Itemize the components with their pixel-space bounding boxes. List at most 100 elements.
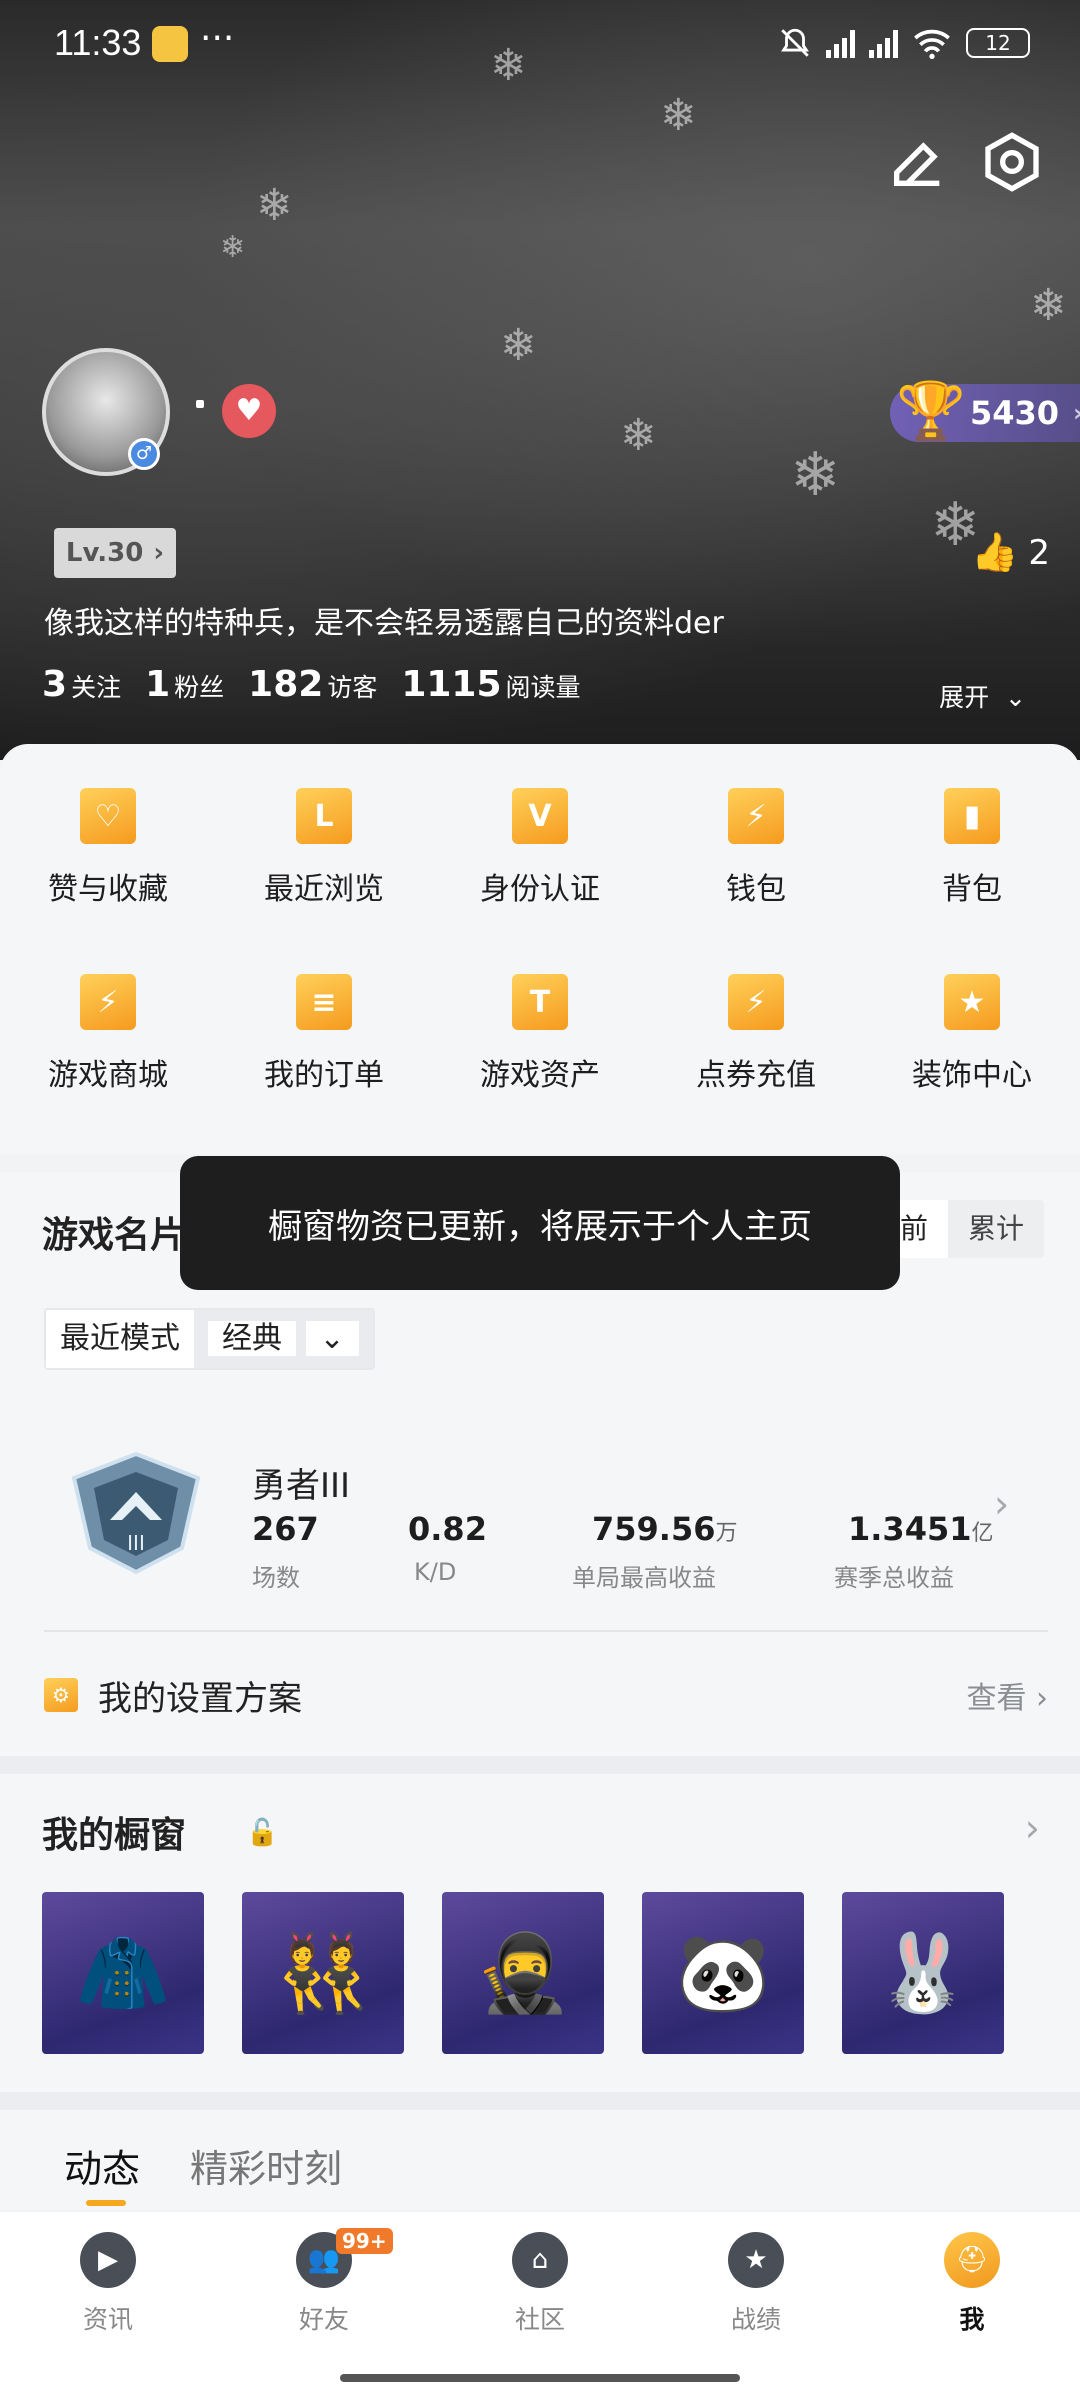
trophy-score: 5430 [970, 394, 1060, 432]
stat-label: 粉丝 [174, 673, 225, 702]
section-separator [0, 1756, 1080, 1774]
stat-value: 0.82 [408, 1510, 487, 1548]
nav-records[interactable]: ★ 战绩 [648, 2232, 864, 2336]
snowflake-decor: ❄ [500, 320, 537, 371]
showcase-item-outfit[interactable]: 🥷 [442, 1892, 604, 2054]
nav-news[interactable]: ▶ 资讯 [0, 2232, 216, 2336]
showcase-item-outfit[interactable]: 👯 [242, 1892, 404, 2054]
showcase-chevron-icon[interactable]: › [1025, 1806, 1040, 1850]
shortcut-item[interactable]: T 游戏资产 [432, 974, 648, 1094]
signal-icon [869, 28, 898, 58]
helmet-icon: ⛑ [944, 2232, 1000, 2288]
likes-count: 2 [1028, 532, 1050, 573]
stat-reads[interactable]: 1115 阅读量 [401, 664, 580, 705]
shortcut-item[interactable]: ♡ 赞与收藏 [0, 788, 216, 908]
toast-message: 橱窗物资已更新，将展示于个人主页 [180, 1156, 900, 1290]
nav-friends[interactable]: 👥 99+ 好友 [216, 2228, 432, 2336]
tab-dynamics[interactable]: 动态 [64, 2138, 140, 2193]
mode-dropdown[interactable]: 经典 ⌄ [194, 1310, 373, 1368]
shortcut-grid: ♡ 赞与收藏 L 最近浏览 V 身份认证 ⚡ 钱包 ▮ 背包 ⚡ 游戏商城 ≡ 我的订单 T 游戏资产 ⚡ 点券充… [0, 788, 1080, 1094]
shortcut-item[interactable]: ⚡ 游戏商城 [0, 974, 216, 1094]
stat-value: 267 [252, 1510, 319, 1548]
shortcut-item[interactable]: ⚡ 钱包 [648, 788, 864, 908]
heart-icon[interactable]: ♥ [222, 384, 276, 438]
bunny-icon: 🐰 [875, 1928, 971, 2017]
stat-value: 1.3451 [848, 1510, 972, 1548]
shortcut-label: 钱包 [726, 872, 786, 907]
username [196, 400, 204, 408]
bio-text: 像我这样的特种兵，是不会轻易透露自己的资料der [44, 606, 724, 641]
snowflake-decor: ❄ [620, 410, 657, 461]
stat-value: 3 [42, 664, 68, 705]
recharge-icon: ⚡ [728, 974, 784, 1030]
level-badge[interactable]: Lv.30 › [54, 528, 176, 578]
showcase-item-outfit[interactable]: 🐼 [642, 1892, 804, 2054]
stat-label: 阅读量 [505, 673, 581, 702]
toggle-total[interactable]: 累计 [948, 1200, 1044, 1258]
level-text: Lv.30 [65, 538, 144, 568]
profile-stats: 3 关注 1 粉丝 182 访客 1115 阅读量 [42, 664, 581, 705]
shortcut-label: 赞与收藏 [48, 872, 168, 907]
expand-label: 展开 [939, 683, 990, 712]
settings-icon[interactable] [980, 130, 1044, 194]
status-bar: 11:33 ··· 12 [0, 18, 1080, 74]
stat-value: 1115 [401, 664, 502, 705]
mode-selector[interactable]: 最近模式 经典 ⌄ [44, 1308, 375, 1370]
outfit-icon: 🧥 [75, 1928, 171, 2017]
stat-followers[interactable]: 1 粉丝 [145, 664, 224, 705]
lock-icon[interactable]: 🔓 [246, 1818, 278, 1848]
backpack-icon: ▮ [944, 788, 1000, 844]
tab-highlights[interactable]: 精彩时刻 [190, 2138, 342, 2193]
nav-label: 社区 [514, 2305, 565, 2334]
showcase-item-outfit[interactable]: 🧥 [42, 1892, 204, 2054]
bottom-nav: ▶ 资讯 👥 99+ 好友 ⌂ 社区 ★ 战绩 ⛑ 我 [0, 2212, 1080, 2400]
profile-header: ❄ ❄ ❄ ❄ ❄ ❄ ❄ ❄ ❄ 11:33 ··· 12 ♂ ♥ 🏆 543… [0, 0, 1080, 760]
active-tab-indicator [86, 2200, 126, 2206]
game-card-title: 游戏名片 [42, 1215, 187, 1256]
chevron-right-icon: › [1073, 399, 1080, 427]
shop-icon: ⚡ [80, 974, 136, 1030]
view-plan-link[interactable]: 查看 › [966, 1673, 1048, 1717]
shortcut-label: 装饰中心 [912, 1058, 1032, 1093]
shortcut-label: 游戏资产 [480, 1058, 600, 1093]
divider [44, 1630, 1048, 1632]
shortcut-label: 背包 [942, 872, 1002, 907]
shortcut-item[interactable]: ★ 装饰中心 [864, 974, 1080, 1094]
nav-community[interactable]: ⌂ 社区 [432, 2232, 648, 2336]
rank-detail-chevron-icon[interactable]: › [994, 1482, 1009, 1526]
shortcut-item[interactable]: ≡ 我的订单 [216, 974, 432, 1094]
svg-text:III: III [127, 1531, 145, 1555]
likes-counter[interactable]: 👍 2 [971, 530, 1050, 575]
shortcut-card: ♡ 赞与收藏 L 最近浏览 V 身份认证 ⚡ 钱包 ▮ 背包 ⚡ 游戏商城 ≡ 我的订单 T 游戏资产 ⚡ 点券充… [0, 744, 1080, 1154]
snowflake-decor: ❄ [1030, 280, 1067, 331]
trophy-score-badge[interactable]: 🏆 5430 › [890, 379, 1080, 444]
expand-button[interactable]: 展开 ⌄ [939, 678, 1026, 714]
stat-following[interactable]: 3 关注 [42, 664, 121, 705]
status-time: 11:33 [54, 22, 142, 63]
settings-plan-row[interactable]: ⚙ 我的设置方案 查看 › [44, 1670, 1048, 1720]
shortcut-label: 点券充值 [696, 1058, 816, 1093]
shortcut-item[interactable]: V 身份认证 [432, 788, 648, 908]
shortcut-item[interactable]: ⚡ 点券充值 [648, 974, 864, 1094]
nav-me[interactable]: ⛑ 我 [864, 2232, 1080, 2336]
settings-plan-label: 我的设置方案 [98, 1678, 302, 1719]
stat-unit: 万 [715, 1521, 738, 1546]
verify-icon: V [512, 788, 568, 844]
home-indicator[interactable] [340, 2374, 740, 2382]
edit-icon[interactable] [886, 130, 950, 194]
stat-label: 访客 [327, 673, 378, 702]
community-icon: ⌂ [512, 2232, 568, 2288]
snowflake-decor: ❄ [660, 90, 697, 141]
recent-icon: L [296, 788, 352, 844]
signal-icon [826, 28, 855, 58]
shortcut-label: 最近浏览 [264, 872, 384, 907]
stat-visitors[interactable]: 182 访客 [248, 664, 377, 705]
mute-icon [781, 28, 809, 57]
outfit-icon: 👯 [275, 1928, 371, 2017]
showcase-item-outfit[interactable]: 🐰 [842, 1892, 1004, 2054]
feed-tabs: 动态 精彩时刻 [0, 2110, 1080, 2210]
shortcut-item[interactable]: L 最近浏览 [216, 788, 432, 908]
shortcut-item[interactable]: ▮ 背包 [864, 788, 1080, 908]
notification-badge: 99+ [336, 2228, 393, 2254]
stat-max-income: 759.56万 单局最高收益 [572, 1510, 738, 1593]
